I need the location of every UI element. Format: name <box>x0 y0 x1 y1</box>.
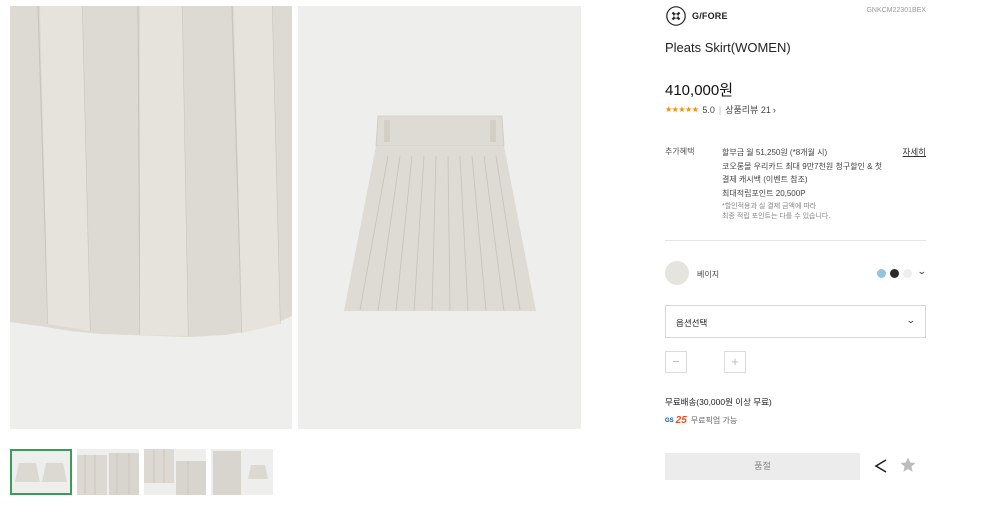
quantity-plus-button[interactable]: + <box>724 351 746 373</box>
thumbnail-side <box>213 451 268 495</box>
product-image-detail[interactable] <box>10 6 292 429</box>
benefit-label: 추가혜택 <box>665 147 695 156</box>
section-divider <box>665 240 926 241</box>
selected-color-name: 베이지 <box>697 270 720 279</box>
chevron-right-icon: › <box>772 104 776 115</box>
rating-score: 5.0 <box>702 104 715 115</box>
thumbnail-1[interactable] <box>10 449 72 495</box>
soldout-button[interactable]: 품절 <box>665 453 860 480</box>
rating-row[interactable]: ★★★★★ 5.0 | 상품리뷰 21 › <box>665 103 776 116</box>
color-swatch-black[interactable] <box>890 269 899 278</box>
thumbnail-skirt-pair <box>15 463 67 482</box>
gfore-cross-logo-icon <box>666 6 686 26</box>
free-shipping-text: 무료배송(30,000원 이상 무료) <box>665 397 772 407</box>
thumbnail-2[interactable] <box>77 449 139 495</box>
benefit-note: 최종 적립 포인트는 다를 수 있습니다. <box>722 212 831 220</box>
pleats-closeup-illustration <box>10 6 292 429</box>
color-swatch-white[interactable] <box>903 269 912 278</box>
review-count-link[interactable]: 상품리뷰 21 <box>725 103 771 116</box>
star-icon[interactable] <box>899 456 917 474</box>
share-icon[interactable] <box>873 458 889 474</box>
rating-divider: | <box>718 104 722 115</box>
product-sku: GNKCM22301BEX <box>866 7 926 14</box>
benefit-notes: *할인적용과 실 결제 금액에 따라 최종 적립 포인트는 다를 수 있습니다. <box>722 202 830 221</box>
benefit-lines: 할부금 월 51,250원 (*8개월 시) 코오롱몰 우리카드 최대 9만7천… <box>722 146 882 200</box>
skirt-back-illustration <box>298 6 581 429</box>
benefit-detail-link[interactable]: 자세히 <box>903 146 926 158</box>
gs25-logo-number: 25 <box>675 415 687 426</box>
chevron-down-icon[interactable]: ⌄ <box>917 266 927 277</box>
benefit-note: *할인적용과 실 결제 금액에 따라 <box>722 203 817 210</box>
thumbnail-3[interactable] <box>144 449 206 495</box>
product-price: 410,000원 <box>665 82 734 99</box>
thumbnail-pleats <box>77 453 139 495</box>
benefit-line: 할부금 월 51,250원 (*8개월 시) <box>722 148 828 157</box>
benefit-line: 최대적립포인트 20,500P <box>722 188 806 198</box>
selected-color-swatch <box>665 261 689 285</box>
product-title: Pleats Skirt(WOMEN) <box>665 40 791 55</box>
thumbnail-4[interactable] <box>211 449 273 495</box>
pickup-label: 무료픽업 가능 <box>690 416 738 425</box>
chevron-down-icon: ⌄ <box>906 315 917 325</box>
gs25-pickup: GS 25 무료픽업 가능 <box>665 415 737 426</box>
product-image-back[interactable] <box>298 6 581 429</box>
brand-header[interactable]: G/FORE <box>666 6 728 26</box>
quantity-minus-button[interactable]: − <box>665 351 687 373</box>
option-placeholder: 옵션선택 <box>676 318 708 328</box>
color-swatch-sky-blue[interactable] <box>877 269 886 278</box>
benefit-line: 결제 캐시백 (이벤트 참조) <box>722 175 808 184</box>
thumbnail-hem <box>144 449 206 495</box>
benefit-line: 코오롱몰 우리카드 최대 9만7천원 청구할인 & 첫 <box>722 161 883 171</box>
option-select[interactable]: 옵션선택 ⌄ <box>665 305 926 338</box>
gs25-logo-icon: GS <box>665 417 674 424</box>
brand-name: G/FORE <box>692 11 728 21</box>
rating-stars-icon: ★★★★★ <box>665 105 699 114</box>
